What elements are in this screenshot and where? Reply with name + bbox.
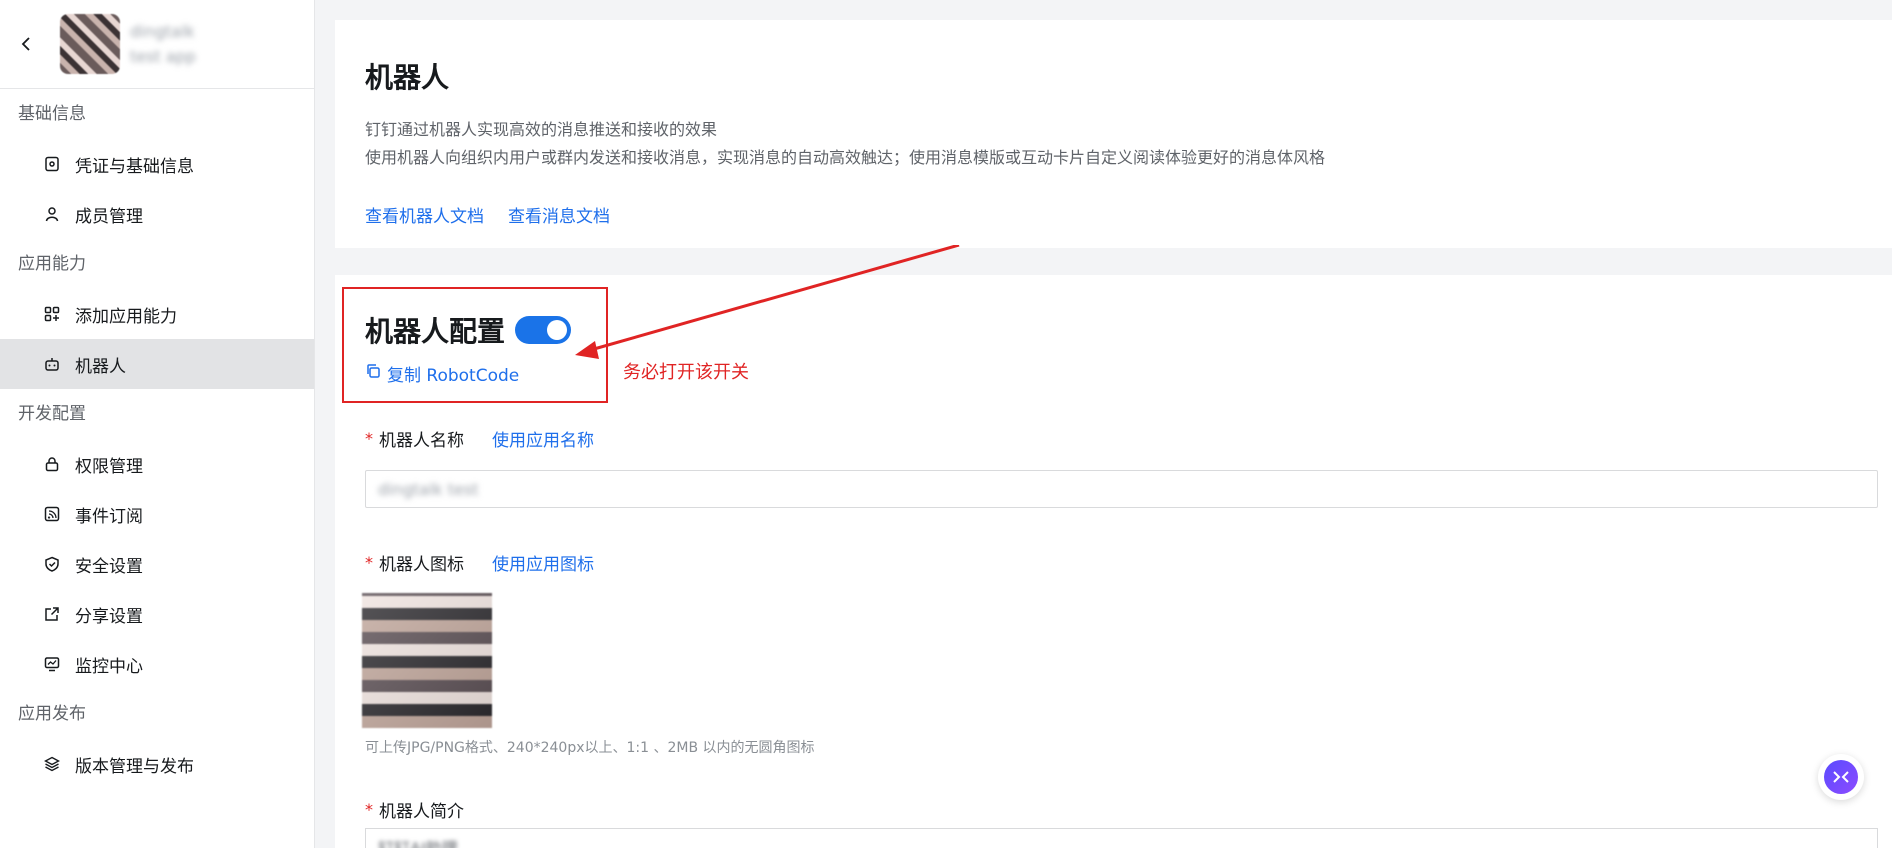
group-app-capability: 应用能力 — [18, 254, 86, 274]
sidebar-item-label: 权限管理 — [75, 456, 143, 477]
copy-icon — [365, 363, 381, 384]
rss-icon — [43, 505, 61, 523]
sidebar-item-label: 监控中心 — [75, 656, 143, 677]
sidebar-item-events[interactable]: 事件订阅 — [0, 489, 314, 539]
robot-intro-label-row: * 机器人简介 — [365, 797, 464, 822]
copy-robotcode-button[interactable]: 复制 RobotCode — [365, 361, 519, 386]
top-strip — [335, 0, 1892, 8]
robot-icon-label: 机器人图标 — [379, 555, 464, 575]
config-title: 机器人配置 — [365, 315, 506, 348]
use-app-name-link[interactable]: 使用应用名称 — [492, 426, 594, 451]
sidebar-item-label: 成员管理 — [75, 206, 143, 227]
sidebar-item-credentials[interactable]: 凭证与基础信息 — [0, 139, 314, 189]
credential-icon — [43, 155, 61, 173]
sidebar-item-label: 凭证与基础信息 — [75, 156, 194, 177]
main-content: 机器人 钉钉通过机器人实现高效的消息推送和接收的效果 使用机器人向组织内用户或群… — [335, 0, 1892, 848]
group-basic-info: 基础信息 — [18, 104, 86, 124]
app-avatar — [60, 14, 120, 74]
robot-icon-image[interactable] — [362, 593, 492, 728]
lock-icon — [43, 455, 61, 473]
sidebar-item-versions[interactable]: 版本管理与发布 — [0, 739, 314, 789]
sidebar-item-permissions[interactable]: 权限管理 — [0, 439, 314, 489]
app-name: dingtalk — [130, 22, 195, 41]
robot-config-card: 机器人配置 复制 RobotCode 务必打开该开关 * 机器人名称 使用应用名… — [335, 245, 1892, 848]
back-arrow-icon[interactable] — [18, 36, 34, 52]
intro-description: 钉钉通过机器人实现高效的消息推送和接收的效果 使用机器人向组织内用户或群内发送和… — [365, 116, 1862, 172]
robot-intro-textarea[interactable]: 钉钉AI助理 — [365, 828, 1878, 848]
app-name-block: dingtalk test app — [130, 22, 196, 66]
sidebar-item-label: 版本管理与发布 — [75, 756, 194, 777]
sidebar-item-monitor[interactable]: 监控中心 — [0, 639, 314, 689]
required-asterisk: * — [365, 429, 373, 448]
intro-desc-line-1: 钉钉通过机器人实现高效的消息推送和接收的效果 — [365, 120, 718, 139]
sidebar-item-label: 机器人 — [75, 356, 126, 377]
page-title: 机器人 — [365, 61, 450, 94]
sidebar-item-share[interactable]: 分享设置 — [0, 589, 314, 639]
assistant-float-button[interactable] — [1818, 754, 1864, 800]
robot-intro-value: 钉钉AI助理 — [378, 839, 458, 848]
robot-name-label: 机器人名称 — [379, 431, 464, 451]
robot-icon — [43, 355, 61, 373]
robot-name-value: dingtalk test — [378, 479, 479, 499]
apps-plus-icon — [43, 305, 61, 323]
use-app-icon-link[interactable]: 使用应用图标 — [492, 550, 594, 575]
group-dev-config: 开发配置 — [18, 404, 86, 424]
robot-name-input[interactable]: dingtalk test — [365, 470, 1878, 508]
robot-enable-toggle[interactable] — [515, 316, 572, 344]
robot-doc-link[interactable]: 查看机器人文档 — [365, 202, 484, 227]
group-app-release: 应用发布 — [18, 704, 86, 724]
sidebar: dingtalk test app 基础信息 凭证与基础信息 成员管理 应用能力… — [0, 0, 315, 848]
required-asterisk: * — [365, 553, 373, 572]
sidebar-item-robot[interactable]: 机器人 — [0, 339, 314, 389]
sidebar-item-members[interactable]: 成员管理 — [0, 189, 314, 239]
annotation-arrow-icon — [575, 245, 960, 359]
assistant-icon — [1824, 760, 1858, 794]
robot-intro-card: 机器人 钉钉通过机器人实现高效的消息推送和接收的效果 使用机器人向组织内用户或群… — [335, 20, 1892, 248]
shield-icon — [43, 555, 61, 573]
app-subtitle: test app — [130, 47, 196, 66]
annotation-text: 务必打开该开关 — [623, 362, 749, 383]
sidebar-header: dingtalk test app — [0, 0, 314, 89]
intro-desc-line-2: 使用机器人向组织内用户或群内发送和接收消息，实现消息的自动高效触达；使用消息模版… — [365, 148, 1326, 167]
share-icon — [43, 605, 61, 623]
sidebar-item-label: 分享设置 — [75, 606, 143, 627]
required-asterisk: * — [365, 800, 373, 819]
icon-upload-hint: 可上传JPG/PNG格式、240*240px以上、1:1 、2MB 以内的无圆角… — [365, 740, 815, 756]
message-doc-link[interactable]: 查看消息文档 — [508, 202, 610, 227]
layers-icon — [43, 755, 61, 773]
sidebar-item-label: 安全设置 — [75, 556, 143, 577]
robot-icon-label-row: * 机器人图标 使用应用图标 — [365, 550, 594, 575]
sidebar-item-label: 事件订阅 — [75, 506, 143, 527]
user-icon — [43, 205, 61, 223]
doc-links: 查看机器人文档 查看消息文档 — [365, 202, 1862, 227]
robot-name-label-row: * 机器人名称 使用应用名称 — [365, 426, 594, 451]
sidebar-item-add-capability[interactable]: 添加应用能力 — [0, 289, 314, 339]
monitor-icon — [43, 655, 61, 673]
sidebar-item-security[interactable]: 安全设置 — [0, 539, 314, 589]
config-title-row: 机器人配置 — [365, 310, 572, 350]
copy-robotcode-label: 复制 RobotCode — [387, 366, 520, 386]
robot-intro-label: 机器人简介 — [379, 802, 464, 822]
sidebar-item-label: 添加应用能力 — [75, 306, 177, 327]
